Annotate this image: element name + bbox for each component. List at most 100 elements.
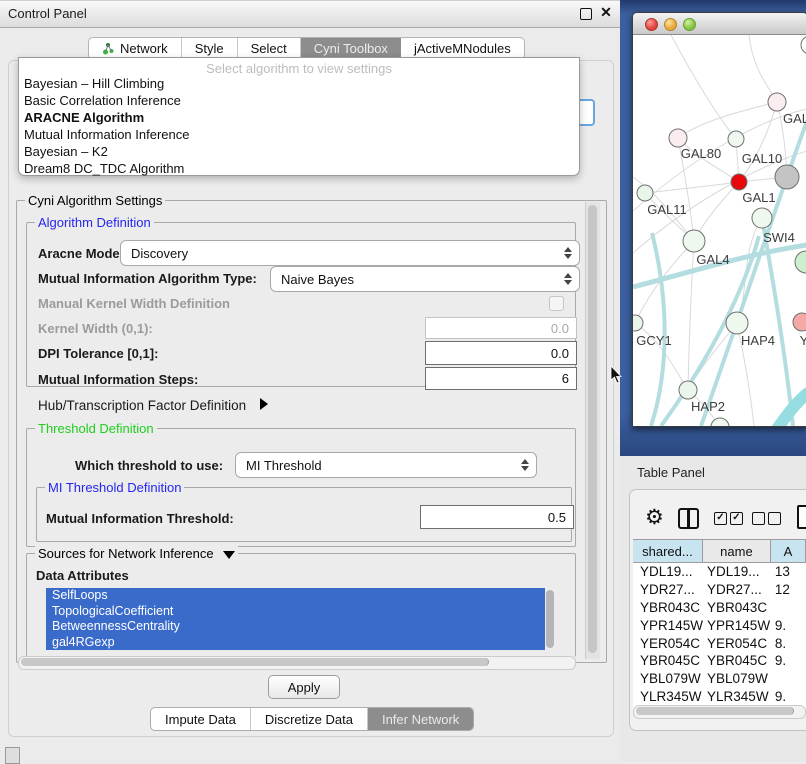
attributes-scrollbar[interactable]	[546, 590, 554, 648]
tab-jactivemnodules[interactable]: jActiveMNodules	[401, 38, 524, 59]
tab-impute-data[interactable]: Impute Data	[151, 708, 251, 730]
table-cell: YDR27...	[703, 581, 771, 599]
node-gal1[interactable]	[731, 174, 747, 190]
close-icon[interactable]: ✕	[600, 6, 612, 18]
network-window[interactable]: GALGAL80GAL10GAL1GAL11SWI4GAL4GCY1HAP4YH…	[632, 12, 806, 427]
manual-kernel-checkbox[interactable]	[549, 296, 564, 311]
select-all-checkbox-icon[interactable]: ✓	[714, 512, 727, 525]
settings-scrollbar[interactable]	[585, 202, 600, 659]
table-cell: 13	[771, 563, 806, 581]
node-gal4[interactable]	[683, 230, 705, 252]
node-gal80[interactable]	[669, 129, 687, 147]
table-cell: YPR145W	[703, 617, 771, 635]
mi-steps-field[interactable]: 6	[425, 367, 577, 390]
kernel-width-field[interactable]: 0.0	[425, 317, 577, 339]
network-graph[interactable]: GALGAL80GAL10GAL1GAL11SWI4GAL4GCY1HAP4YH…	[633, 35, 806, 426]
node-gal10[interactable]	[728, 131, 744, 147]
column-header-A[interactable]: A	[771, 540, 806, 562]
settings-hscrollbar[interactable]	[18, 656, 576, 670]
node-hap4[interactable]	[726, 312, 748, 334]
data-attributes-label: Data Attributes	[36, 568, 129, 583]
hub-definition-toggle[interactable]: Hub/Transcription Factor Definition	[38, 398, 268, 413]
select-all-checkbox-icon[interactable]: ✓	[730, 512, 743, 525]
dpi-tolerance-field[interactable]: 0.0	[425, 341, 577, 365]
deselect-all-checkbox-icon[interactable]	[752, 512, 765, 525]
network-window-titlebar[interactable]	[633, 13, 806, 35]
sources-title[interactable]: Sources for Network Inference	[35, 546, 238, 561]
which-threshold-combo[interactable]: MI Threshold	[235, 452, 537, 478]
table-cell: 9.	[771, 652, 806, 670]
table-row[interactable]: YBR045CYBR045C9.	[633, 652, 806, 670]
table-row[interactable]: YDR27...YDR27...12	[633, 581, 806, 599]
table-row[interactable]: YLR345WYLR345W9.	[633, 688, 806, 706]
columns-icon[interactable]	[678, 508, 699, 529]
expand-arrow-icon	[260, 398, 268, 410]
table-row[interactable]: YDL19...YDL19...13	[633, 563, 806, 581]
algorithm-dropdown-placeholder: Select algorithm to view settings	[19, 61, 579, 76]
node-hap2[interactable]	[679, 381, 697, 399]
algorithm-option[interactable]: Bayesian – Hill Climbing	[24, 76, 164, 93]
node-label: GAL80	[681, 146, 721, 161]
stepper-icon	[521, 459, 529, 471]
attribute-item-selected[interactable]: TopologicalCoefficient	[46, 604, 545, 620]
node-label: GAL1	[742, 190, 775, 205]
node-label: GAL10	[742, 151, 782, 166]
gear-icon[interactable]: ⚙	[645, 505, 664, 530]
dpi-tolerance-label: DPI Tolerance [0,1]:	[38, 346, 158, 361]
zoom-traffic-light-icon[interactable]	[683, 18, 696, 31]
mi-threshold-field[interactable]: 0.5	[420, 505, 574, 529]
tab-style[interactable]: Style	[182, 38, 238, 59]
table-row[interactable]: YBL079WYBL079W	[633, 670, 806, 688]
tab-label: Style	[195, 41, 224, 56]
node-gal11[interactable]	[637, 185, 653, 201]
node-y[interactable]	[793, 313, 806, 331]
algorithm-option[interactable]: ARACNE Algorithm	[24, 110, 144, 127]
node[interactable]	[795, 251, 806, 273]
algorithm-option[interactable]: Bayesian – K2	[24, 144, 108, 161]
apply-button[interactable]: Apply	[268, 675, 340, 699]
tab-select[interactable]: Select	[238, 38, 301, 59]
minimize-traffic-light-icon[interactable]	[664, 18, 677, 31]
kernel-width-label: Kernel Width (0,1):	[38, 321, 153, 336]
mouse-cursor	[610, 366, 624, 384]
node-label: SWI4	[763, 230, 795, 245]
float-window-icon[interactable]	[580, 8, 592, 20]
tab-discretize-data[interactable]: Discretize Data	[251, 708, 368, 730]
node[interactable]	[775, 165, 799, 189]
tab-infer-network[interactable]: Infer Network	[368, 708, 473, 730]
column-header-name[interactable]: name	[703, 540, 771, 562]
attribute-item-selected[interactable]: SelfLoops	[46, 588, 545, 604]
table-cell: 12	[771, 581, 806, 599]
new-table-icon[interactable]	[797, 505, 806, 529]
node[interactable]	[801, 36, 806, 54]
tab-label: Network	[120, 41, 168, 56]
table-hscrollbar[interactable]	[633, 705, 806, 719]
algorithm-option[interactable]: Dream8 DC_TDC Algorithm	[24, 161, 184, 178]
cyni-bottom-tabs: Impute DataDiscretize DataInfer Network	[150, 707, 474, 731]
node-gal[interactable]	[768, 93, 786, 111]
collapsed-panel-icon[interactable]	[5, 747, 20, 764]
table-row[interactable]: YBR043CYBR043C	[633, 599, 806, 617]
column-header-shared[interactable]: shared...	[633, 540, 703, 562]
algorithm-option[interactable]: Mutual Information Inference	[24, 127, 189, 144]
table-header-row: shared...nameA	[633, 539, 806, 563]
table-row[interactable]: YER054CYER054C8.	[633, 635, 806, 653]
algorithm-definition-title: Algorithm Definition	[35, 215, 154, 230]
tab-label: jActiveMNodules	[414, 41, 511, 56]
attribute-item-selected[interactable]: gal4RGexp	[46, 635, 545, 651]
table-cell: YBL079W	[633, 670, 703, 688]
node-swi4[interactable]	[752, 208, 772, 228]
tab-network[interactable]: Network	[89, 38, 182, 59]
attribute-item-selected[interactable]: BetweennessCentrality	[46, 619, 545, 635]
mi-type-combo[interactable]: Naive Bayes	[270, 266, 580, 292]
data-attributes-list: SelfLoopsTopologicalCoefficientBetweenne…	[46, 588, 545, 650]
table-row[interactable]: YPR145WYPR145W9.	[633, 617, 806, 635]
deselect-all-checkbox-icon[interactable]	[768, 512, 781, 525]
node-gcy1[interactable]	[633, 315, 643, 331]
algorithm-option[interactable]: Basic Correlation Inference	[24, 93, 181, 110]
tab-cyni-toolbox[interactable]: Cyni Toolbox	[301, 38, 401, 59]
node[interactable]	[711, 418, 729, 426]
table-cell: YPR145W	[633, 617, 703, 635]
aracne-mode-combo[interactable]: Discovery	[120, 240, 580, 266]
close-traffic-light-icon[interactable]	[645, 18, 658, 31]
